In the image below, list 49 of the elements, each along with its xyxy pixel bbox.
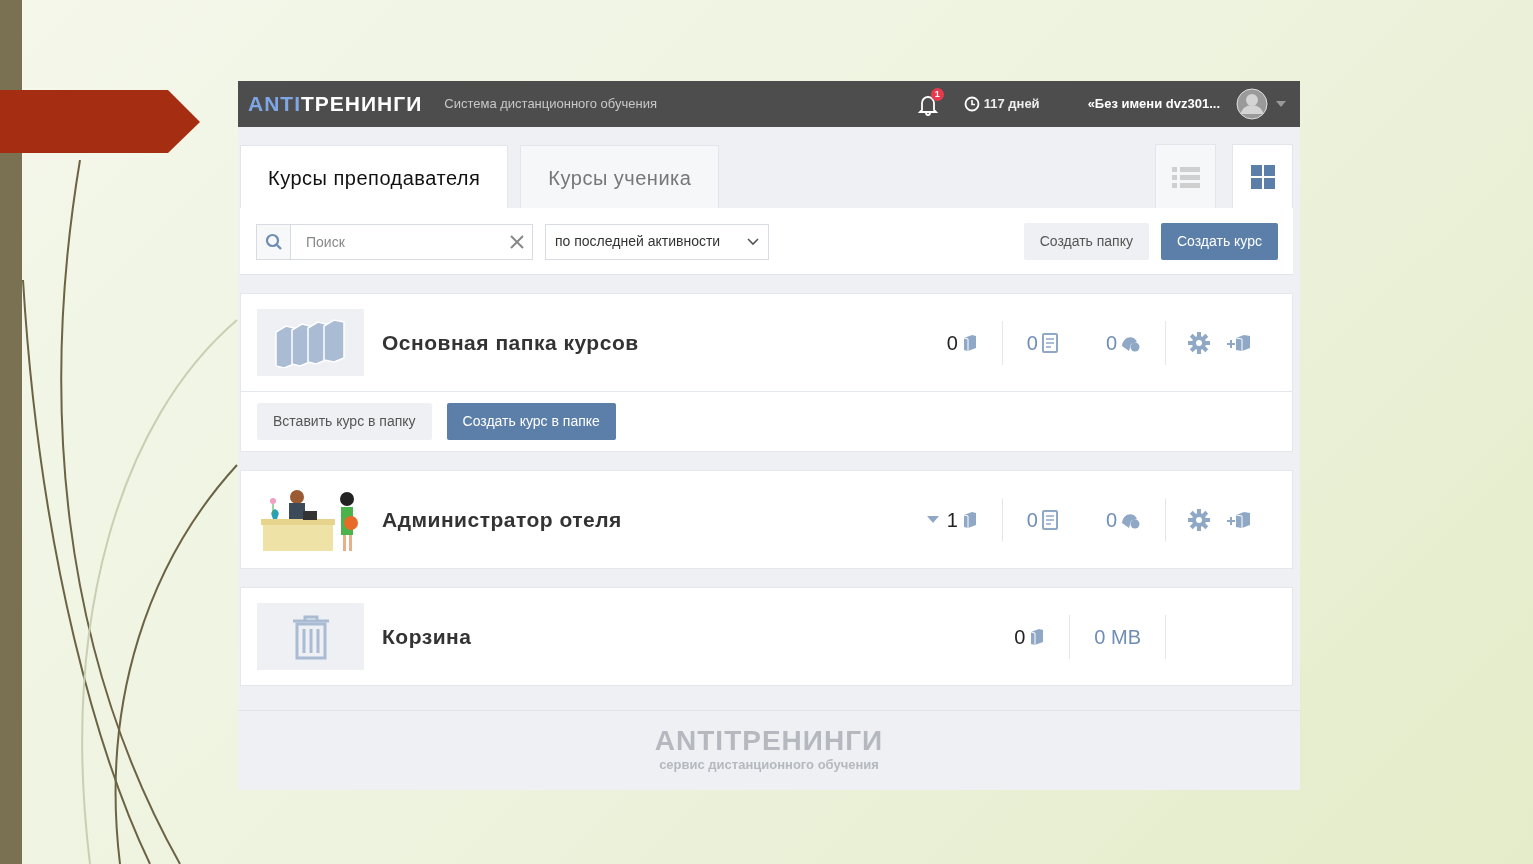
- item-title[interactable]: Корзина: [382, 620, 991, 653]
- clear-icon[interactable]: [510, 234, 524, 249]
- settings-icon[interactable]: [1188, 331, 1210, 354]
- add-book-icon[interactable]: [1226, 509, 1252, 530]
- footer-logo: ANTIТРЕНИНГИ: [654, 726, 884, 755]
- count: 0: [1026, 330, 1038, 356]
- item-title[interactable]: Администратор отеля: [382, 503, 903, 536]
- search-button[interactable]: [256, 223, 291, 260]
- secondary-button[interactable]: Создать папку: [1023, 223, 1149, 260]
- user-name[interactable]: «Без имени dvz301...: [1087, 94, 1220, 114]
- count: 0: [1014, 624, 1026, 650]
- clock-icon: [963, 96, 980, 112]
- list-icon: [1171, 165, 1200, 188]
- books-icon: [273, 317, 348, 368]
- storage-size: 0 MB: [1094, 624, 1141, 650]
- caret-icon[interactable]: [1276, 101, 1286, 107]
- logo[interactable]: ANTIТРЕНИНГИ: [248, 88, 423, 120]
- days-left: 117 дней: [983, 95, 1040, 114]
- list-view-button[interactable]: [1155, 144, 1216, 208]
- count: 0: [1105, 507, 1117, 533]
- create-button[interactable]: Создать курс в папке: [446, 403, 616, 440]
- sort-dropdown[interactable]: по последней активности: [545, 223, 769, 260]
- avatar-icon[interactable]: [1236, 88, 1268, 120]
- create-button[interactable]: Создать курс: [1161, 223, 1278, 260]
- document-icon: [1041, 509, 1058, 530]
- grid-view-button[interactable]: [1232, 144, 1293, 208]
- notification-badge: 1: [930, 88, 944, 101]
- count: 0: [1105, 330, 1117, 356]
- item-title[interactable]: Основная папка курсов: [382, 326, 923, 359]
- chevron-icon: [747, 237, 759, 246]
- count: 1: [946, 507, 958, 533]
- count: 0: [946, 330, 958, 356]
- search-icon: [264, 232, 283, 251]
- site-subtitle: Система дистанционного обучения: [444, 95, 657, 114]
- search-field[interactable]: Поиск: [291, 223, 533, 260]
- tab[interactable]: Курсы ученика: [520, 145, 720, 208]
- book-icon: [961, 333, 978, 352]
- caret-icon[interactable]: [926, 516, 939, 523]
- book-icon: [1029, 627, 1046, 646]
- document-icon: [1041, 332, 1058, 353]
- count: 0: [1026, 507, 1038, 533]
- footer-tagline: сервис дистанционного обучения: [659, 755, 879, 774]
- secondary-button[interactable]: Вставить курс в папку: [257, 403, 432, 440]
- book-icon: [961, 510, 978, 529]
- settings-icon[interactable]: [1188, 508, 1210, 531]
- trash-icon: [290, 613, 331, 660]
- tab[interactable]: Курсы преподавателя: [240, 145, 509, 208]
- grid-icon: [1250, 164, 1275, 189]
- add-book-icon[interactable]: [1226, 332, 1252, 353]
